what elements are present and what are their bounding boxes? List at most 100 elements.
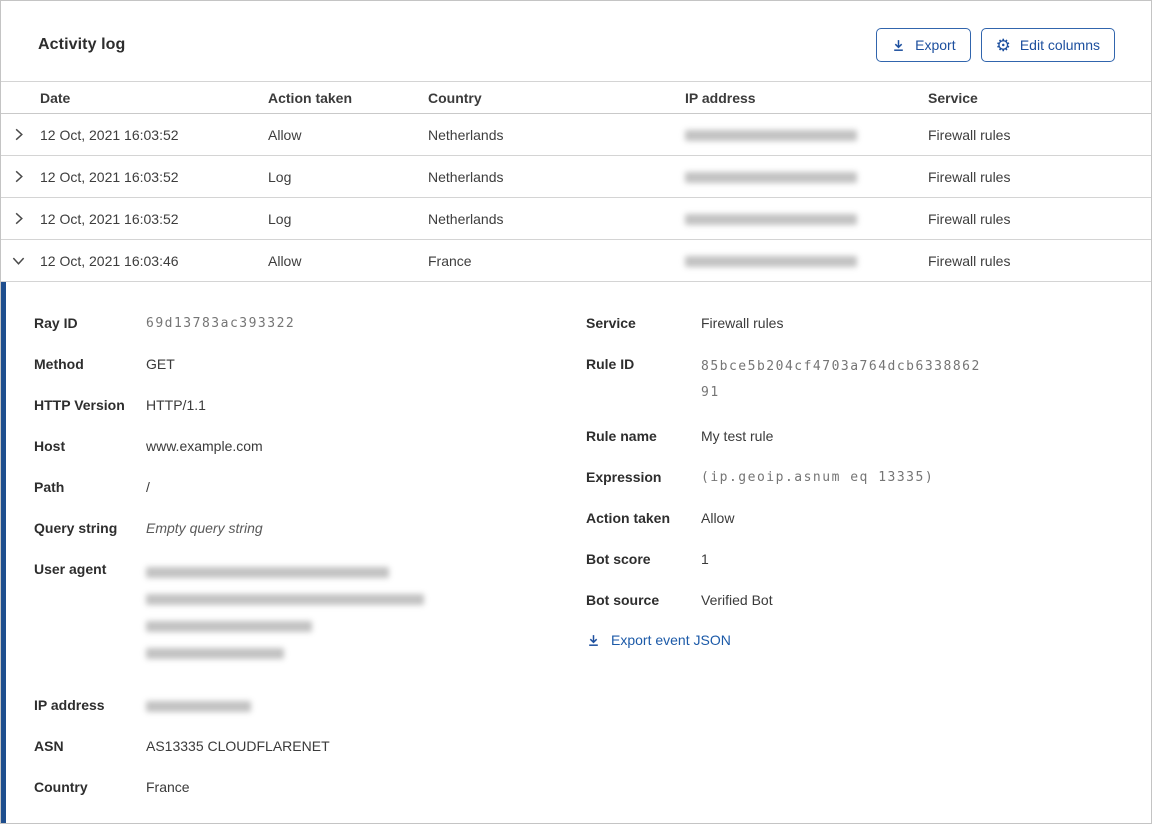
detail-value: 1 xyxy=(701,551,709,567)
detail-value: France xyxy=(146,779,190,795)
edit-columns-button[interactable]: ⚙ Edit columns xyxy=(980,28,1115,62)
detail-row: Bot source Verified Bot xyxy=(586,590,1121,611)
detail-label: Path xyxy=(34,479,65,495)
column-header-country: Country xyxy=(428,89,482,106)
redacted-text xyxy=(685,130,857,142)
export-button-label: Export xyxy=(915,37,956,53)
redacted-text xyxy=(146,567,389,578)
cell-country: Netherlands xyxy=(428,168,504,185)
redacted-text xyxy=(685,172,857,184)
column-header-service: Service xyxy=(928,89,978,106)
detail-column-left: Ray ID 69d13783ac393322 Method GET HTTP … xyxy=(34,313,586,823)
cell-action-taken: Allow xyxy=(268,126,302,143)
export-event-json-link[interactable]: Export event JSON xyxy=(586,632,731,648)
detail-value: AS13335 CLOUDFLARENET xyxy=(146,738,330,754)
table-row[interactable]: 12 Oct, 2021 16:03:52 Log Netherlands Fi… xyxy=(1,156,1151,198)
cell-action-taken: Allow xyxy=(268,252,302,269)
chevron-right-icon xyxy=(15,170,23,183)
column-header-action-taken: Action taken xyxy=(268,89,353,106)
header-buttons: Export ⚙ Edit columns xyxy=(876,28,1115,62)
detail-label: HTTP Version xyxy=(34,397,125,413)
gear-icon: ⚙ xyxy=(995,35,1011,55)
expand-toggle[interactable] xyxy=(1,169,40,184)
cell-action-taken: Log xyxy=(268,168,292,185)
detail-row: User agent xyxy=(34,559,586,675)
detail-value: HTTP/1.1 xyxy=(146,397,206,413)
page-title: Activity log xyxy=(38,36,126,53)
detail-row: Rule name My test rule xyxy=(586,426,1121,447)
detail-label: Query string xyxy=(34,520,118,536)
detail-value: / xyxy=(146,479,150,495)
cell-action-taken: Log xyxy=(268,210,292,227)
detail-label: Rule ID xyxy=(586,356,635,372)
chevron-right-icon xyxy=(15,128,23,141)
export-button[interactable]: Export xyxy=(876,28,971,62)
expand-toggle[interactable] xyxy=(1,211,40,226)
cell-country: France xyxy=(428,252,472,269)
detail-value: Firewall rules xyxy=(701,315,784,331)
detail-row: ASN AS13335 CLOUDFLARENET xyxy=(34,736,586,757)
cell-ip-address-redacted xyxy=(685,169,928,185)
detail-label: Bot source xyxy=(586,592,660,608)
detail-value: 85bce5b204cf4703a764dcb633886291 xyxy=(701,359,981,400)
detail-label: Bot score xyxy=(586,551,651,567)
detail-value: My test rule xyxy=(701,428,774,444)
detail-value-redacted xyxy=(146,559,424,675)
redacted-text xyxy=(685,256,857,268)
detail-label: Method xyxy=(34,356,84,372)
cell-date: 12 Oct, 2021 16:03:46 xyxy=(40,252,179,269)
detail-label: Service xyxy=(586,315,636,331)
table-row[interactable]: 12 Oct, 2021 16:03:52 Allow Netherlands … xyxy=(1,114,1151,156)
cell-country: Netherlands xyxy=(428,210,504,227)
redacted-text xyxy=(146,648,284,659)
chevron-down-icon xyxy=(12,257,25,265)
cell-service: Firewall rules xyxy=(928,210,1011,227)
detail-value: (ip.geoip.asnum eq 13335) xyxy=(701,470,935,485)
detail-row: Query string Empty query string xyxy=(34,518,586,539)
detail-row: Expression (ip.geoip.asnum eq 13335) xyxy=(586,467,1121,488)
column-header-date: Date xyxy=(40,89,71,106)
expand-toggle[interactable] xyxy=(1,253,40,268)
edit-columns-button-label: Edit columns xyxy=(1019,37,1100,53)
detail-label: Action taken xyxy=(586,510,671,526)
detail-label: Expression xyxy=(586,469,662,485)
detail-row: IP address xyxy=(34,695,586,716)
export-event-json-label: Export event JSON xyxy=(611,632,731,648)
cell-date: 12 Oct, 2021 16:03:52 xyxy=(40,168,179,185)
detail-row: Country France xyxy=(34,777,586,798)
cell-service: Firewall rules xyxy=(928,252,1011,269)
detail-row: Method GET xyxy=(34,354,586,375)
detail-row: HTTP Version HTTP/1.1 xyxy=(34,395,586,416)
detail-label: Host xyxy=(34,438,66,454)
detail-row: Ray ID 69d13783ac393322 xyxy=(34,313,586,334)
cell-date: 12 Oct, 2021 16:03:52 xyxy=(40,210,179,227)
expand-toggle[interactable] xyxy=(1,127,40,142)
detail-label: ASN xyxy=(34,738,64,754)
detail-value-redacted xyxy=(146,695,251,716)
table-header: Date Action taken Country IP address Ser… xyxy=(1,81,1151,114)
activity-log-panel: Activity log Export ⚙ Edit columns Date … xyxy=(0,0,1152,824)
redacted-text xyxy=(146,621,312,632)
detail-value: www.example.com xyxy=(146,438,263,454)
detail-label: User agent xyxy=(34,561,107,577)
redacted-text xyxy=(146,700,251,712)
cell-ip-address-redacted xyxy=(685,127,928,143)
detail-label: IP address xyxy=(34,697,105,713)
detail-label: Rule name xyxy=(586,428,657,444)
download-icon xyxy=(589,634,598,646)
detail-label: Ray ID xyxy=(34,315,78,331)
detail-column-right: Service Firewall rules Rule ID 85bce5b20… xyxy=(586,313,1121,823)
table-row[interactable]: 12 Oct, 2021 16:03:52 Log Netherlands Fi… xyxy=(1,198,1151,240)
column-header-ip-address: IP address xyxy=(685,89,756,106)
detail-row: Service Firewall rules xyxy=(586,313,1121,334)
detail-row: Path / xyxy=(34,477,586,498)
event-detail-panel: Ray ID 69d13783ac393322 Method GET HTTP … xyxy=(1,282,1151,823)
redacted-text xyxy=(146,594,424,605)
table-row[interactable]: 12 Oct, 2021 16:03:46 Allow France Firew… xyxy=(1,240,1151,282)
detail-row: Host www.example.com xyxy=(34,436,586,457)
download-icon xyxy=(894,39,903,51)
cell-date: 12 Oct, 2021 16:03:52 xyxy=(40,126,179,143)
redacted-text xyxy=(685,214,857,226)
cell-country: Netherlands xyxy=(428,126,504,143)
detail-label: Country xyxy=(34,779,88,795)
